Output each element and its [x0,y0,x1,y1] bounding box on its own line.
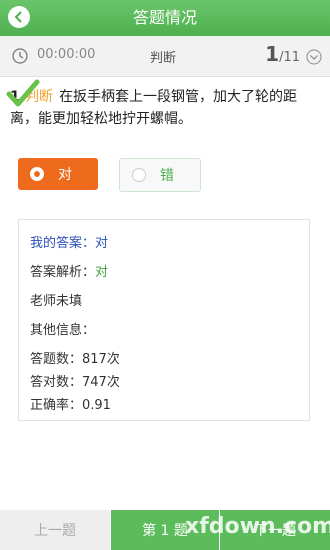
clock-icon [12,48,28,64]
my-answer-row: 我的答案：对 [30,232,108,251]
chevron-down-icon[interactable] [306,49,322,65]
my-answer-value: 对 [95,236,109,251]
question-text: 1.判断 在扳手柄套上一段钢管，加大了轮的距离，能更加轻松地拧开螺帽。 [10,86,322,130]
question-type: 判断 [150,51,177,66]
radio-unselected-icon [132,168,146,182]
watermark: xfdown.com [185,514,330,539]
my-answer-label: 我的答案： [30,236,96,251]
result-panel: 我的答案：对 答案解析：对 老师未填 其他信息： 答题数：817次 答对数：74… [18,219,310,421]
analysis-value: 对 [95,265,109,280]
current-question-number: 1 [265,42,280,66]
option-true[interactable]: 对 [18,158,98,190]
accuracy: 正确率：0.91 [30,398,111,413]
timer: 00:00:00 [37,47,96,62]
total-questions: /11 [279,50,300,65]
page-title: 答题情况 [132,8,197,27]
analysis-label: 答案解析： [30,265,96,280]
correct-check-icon [6,79,40,107]
option-false[interactable]: 错 [119,158,201,192]
top-bar: 答题情况 [0,0,330,36]
radio-selected-icon [30,167,44,181]
teacher-note: 老师未填 [30,294,83,309]
option-false-label: 错 [160,168,174,184]
option-true-label: 对 [58,167,72,183]
correct-count: 答对数：747次 [30,375,120,390]
info-bar: 00:00:00 判断 1/11 [0,36,330,77]
answer-count: 答题数：817次 [30,352,120,367]
other-info-label: 其他信息： [30,323,96,338]
prev-question-button[interactable]: 上一题 [0,510,110,550]
question-body: 在扳手柄套上一段钢管，加大了轮的距离，能更加轻松地拧开螺帽。 [10,89,298,127]
question-pager[interactable]: 1/11 [265,42,300,66]
analysis-row: 答案解析：对 [30,261,108,280]
